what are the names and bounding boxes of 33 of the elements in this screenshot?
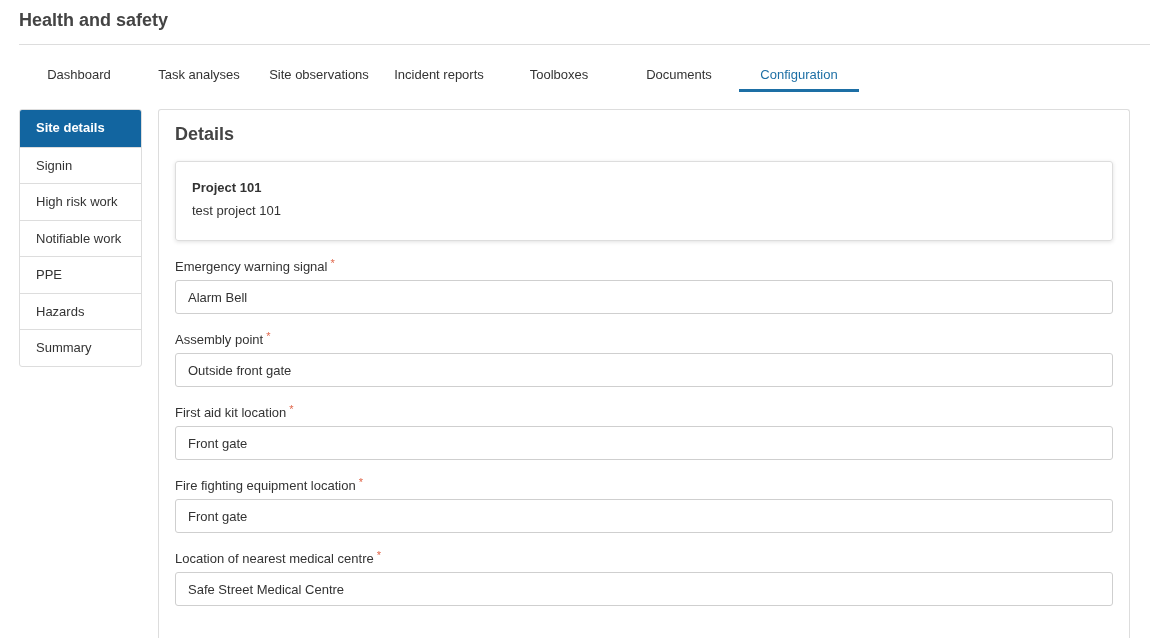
input-field[interactable]: Alarm Bell bbox=[175, 280, 1113, 314]
required-mark: * bbox=[358, 478, 363, 487]
tab[interactable]: Site observations bbox=[259, 59, 379, 92]
sidebar-item[interactable]: Notifiable work bbox=[20, 219, 141, 256]
tab[interactable]: Documents bbox=[619, 59, 739, 92]
tab[interactable]: Task analyses bbox=[139, 59, 259, 92]
section-heading: Details bbox=[175, 124, 236, 145]
input-field[interactable]: Outside front gate bbox=[175, 353, 1113, 387]
sidebar-item[interactable]: Signin bbox=[20, 146, 141, 183]
project-description: test project 101 bbox=[192, 203, 281, 218]
sidebar-item[interactable]: High risk work bbox=[20, 183, 141, 220]
required-mark: * bbox=[266, 332, 271, 341]
input-field[interactable]: Front gate bbox=[175, 426, 1113, 460]
field-label: Assembly point bbox=[175, 332, 264, 347]
required-mark: * bbox=[376, 551, 381, 560]
field-label: Location of nearest medical centre bbox=[175, 551, 374, 566]
field-label: Emergency warning signal bbox=[175, 259, 328, 274]
tab[interactable]: Incident reports bbox=[379, 59, 499, 92]
project-name: Project 101 bbox=[192, 180, 262, 195]
tab[interactable]: Dashboard bbox=[19, 59, 139, 92]
page-title: Health and safety bbox=[19, 9, 170, 32]
sidebar-item[interactable]: Hazards bbox=[20, 292, 141, 329]
field-label: Fire fighting equipment location bbox=[175, 478, 356, 493]
sidebar-item[interactable]: PPE bbox=[20, 256, 141, 293]
input-field[interactable]: Safe Street Medical Centre bbox=[175, 572, 1113, 606]
input-field[interactable]: Front gate bbox=[175, 499, 1113, 533]
sidebar-item[interactable]: Site details bbox=[20, 110, 141, 147]
required-mark: * bbox=[330, 259, 335, 268]
tab[interactable]: Configuration bbox=[739, 59, 859, 92]
field-label: First aid kit location bbox=[175, 405, 287, 420]
required-mark: * bbox=[289, 405, 294, 414]
tab[interactable]: Toolboxes bbox=[499, 59, 619, 92]
sidebar-item[interactable]: Summary bbox=[20, 329, 141, 366]
